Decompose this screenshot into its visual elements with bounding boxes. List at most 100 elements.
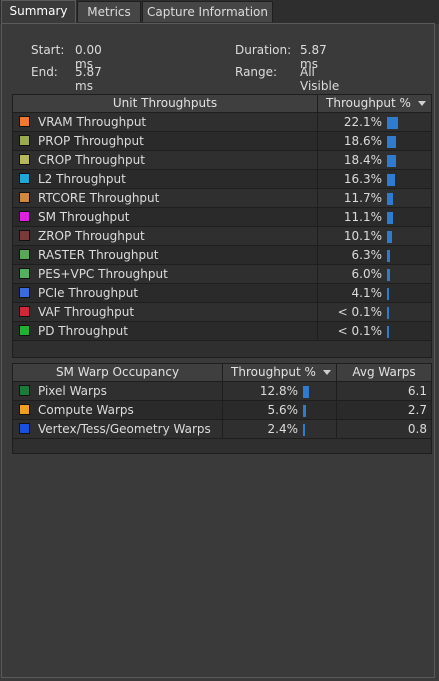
throughput-value: 18.4%	[343, 153, 382, 167]
row-name-cell: RASTER Throughput	[13, 246, 318, 264]
row-name-cell: VRAM Throughput	[13, 113, 318, 131]
row-name-cell: PD Throughput	[13, 322, 318, 340]
row-name-cell: RTCORE Throughput	[13, 189, 318, 207]
throughput-value: 11.1%	[343, 210, 382, 224]
table-row[interactable]: L2 Throughput 16.3%	[13, 170, 431, 189]
row-name-cell: SM Throughput	[13, 208, 318, 226]
tab-metrics[interactable]: Metrics	[77, 1, 141, 22]
throughput-value: < 0.1%	[337, 324, 382, 338]
table-row[interactable]: SM Throughput 11.1%	[13, 208, 431, 227]
throughput-value: 10.1%	[343, 229, 382, 243]
row-label: Pixel Warps	[38, 384, 107, 398]
throughput-value: 6.0%	[351, 267, 383, 281]
warp-table-header: SM Warp Occupancy Throughput % Avg Warps	[13, 364, 431, 382]
table-row[interactable]: VAF Throughput < 0.1%	[13, 303, 431, 322]
warp-throughput-column-header[interactable]: Throughput %	[223, 364, 337, 381]
row-throughput-cell: < 0.1%	[318, 322, 431, 340]
tab-capture-information[interactable]: Capture Information	[142, 1, 273, 22]
row-name-cell: Vertex/Tess/Geometry Warps	[13, 420, 223, 438]
throughput-bar	[387, 193, 393, 205]
table-row[interactable]: PES+VPC Throughput 6.0%	[13, 265, 431, 284]
unit-throughputs-table: Unit Throughputs Throughput % VRAM Throu…	[12, 94, 432, 358]
end-value: 5.87 ms	[75, 65, 102, 93]
throughput-bar	[303, 386, 309, 398]
row-throughput-cell: 2.4%	[223, 420, 337, 438]
row-throughput-cell: 22.1%	[318, 113, 431, 131]
table-row[interactable]: CROP Throughput 18.4%	[13, 151, 431, 170]
table-row[interactable]: PROP Throughput 18.6%	[13, 132, 431, 151]
sm-warp-occupancy-table: SM Warp Occupancy Throughput % Avg Warps…	[12, 363, 432, 454]
throughput-bar	[303, 424, 305, 436]
row-throughput-cell: 16.3%	[318, 170, 431, 188]
duration-label: Duration:	[235, 43, 292, 57]
end-label: End:	[31, 65, 58, 79]
row-name-cell: ZROP Throughput	[13, 227, 318, 245]
row-name-cell: PCIe Throughput	[13, 284, 318, 302]
color-swatch-icon	[19, 154, 30, 165]
unit-throughput-column-header[interactable]: Throughput %	[318, 95, 431, 112]
row-label: SM Throughput	[38, 210, 130, 224]
sort-desc-icon	[323, 370, 331, 375]
throughput-value: 12.8%	[259, 384, 298, 398]
unit-throughput-header-label: Throughput %	[326, 96, 411, 110]
color-swatch-icon	[19, 249, 30, 260]
range-value: All Visible	[300, 65, 340, 93]
table-row[interactable]: Vertex/Tess/Geometry Warps 2.4% 0.8	[13, 420, 431, 439]
row-throughput-cell: 11.1%	[318, 208, 431, 226]
avg-warps-value: 2.7	[407, 403, 427, 417]
row-label: CROP Throughput	[38, 153, 145, 167]
throughput-value: < 0.1%	[337, 305, 382, 319]
throughput-bar	[387, 174, 395, 186]
avg-warps-value: 6.1	[407, 384, 427, 398]
throughput-bar	[387, 288, 389, 300]
throughput-bar	[387, 307, 389, 319]
row-throughput-cell: 10.1%	[318, 227, 431, 245]
table-row[interactable]: RTCORE Throughput 11.7%	[13, 189, 431, 208]
avg-warps-column-header[interactable]: Avg Warps	[337, 364, 431, 381]
throughput-bar	[387, 212, 393, 224]
throughput-bar	[387, 231, 392, 243]
row-throughput-cell: 11.7%	[318, 189, 431, 207]
warp-throughput-header-label: Throughput %	[231, 365, 316, 379]
table-row[interactable]: PD Throughput < 0.1%	[13, 322, 431, 341]
color-swatch-icon	[19, 192, 30, 203]
row-throughput-cell: < 0.1%	[318, 303, 431, 321]
table-row[interactable]: Pixel Warps 12.8% 6.1	[13, 382, 431, 401]
row-throughput-cell: 18.4%	[318, 151, 431, 169]
table-row[interactable]: RASTER Throughput 6.3%	[13, 246, 431, 265]
color-swatch-icon	[19, 423, 30, 434]
table-row[interactable]: VRAM Throughput 22.1%	[13, 113, 431, 132]
throughput-bar	[303, 405, 306, 417]
color-swatch-icon	[19, 268, 30, 279]
row-throughput-cell: 5.6%	[223, 401, 337, 419]
avg-warps-value: 0.8	[407, 422, 427, 436]
start-label: Start:	[31, 43, 65, 57]
row-label: VRAM Throughput	[38, 115, 147, 129]
throughput-bar	[387, 136, 396, 148]
warp-name-column-header[interactable]: SM Warp Occupancy	[13, 364, 223, 381]
row-throughput-cell: 6.3%	[318, 246, 431, 264]
unit-table-header: Unit Throughputs Throughput %	[13, 95, 431, 113]
sort-desc-icon	[418, 101, 426, 106]
row-label: PD Throughput	[38, 324, 128, 338]
row-avg-warps-cell: 6.1	[337, 382, 431, 400]
tab-bar: Summary Metrics Capture Information	[0, 0, 439, 24]
row-avg-warps-cell: 2.7	[337, 401, 431, 419]
row-throughput-cell: 6.0%	[318, 265, 431, 283]
table-row[interactable]: ZROP Throughput 10.1%	[13, 227, 431, 246]
unit-name-column-header[interactable]: Unit Throughputs	[13, 95, 318, 112]
throughput-bar	[387, 250, 390, 262]
row-name-cell: CROP Throughput	[13, 151, 318, 169]
row-label: PES+VPC Throughput	[38, 267, 168, 281]
color-swatch-icon	[19, 385, 30, 396]
row-name-cell: PROP Throughput	[13, 132, 318, 150]
table-row[interactable]: Compute Warps 5.6% 2.7	[13, 401, 431, 420]
table-row[interactable]: PCIe Throughput 4.1%	[13, 284, 431, 303]
tab-summary[interactable]: Summary	[1, 0, 76, 23]
throughput-value: 11.7%	[343, 191, 382, 205]
row-name-cell: Compute Warps	[13, 401, 223, 419]
color-swatch-icon	[19, 287, 30, 298]
row-label: Compute Warps	[38, 403, 134, 417]
range-label: Range:	[235, 65, 278, 79]
color-swatch-icon	[19, 211, 30, 222]
